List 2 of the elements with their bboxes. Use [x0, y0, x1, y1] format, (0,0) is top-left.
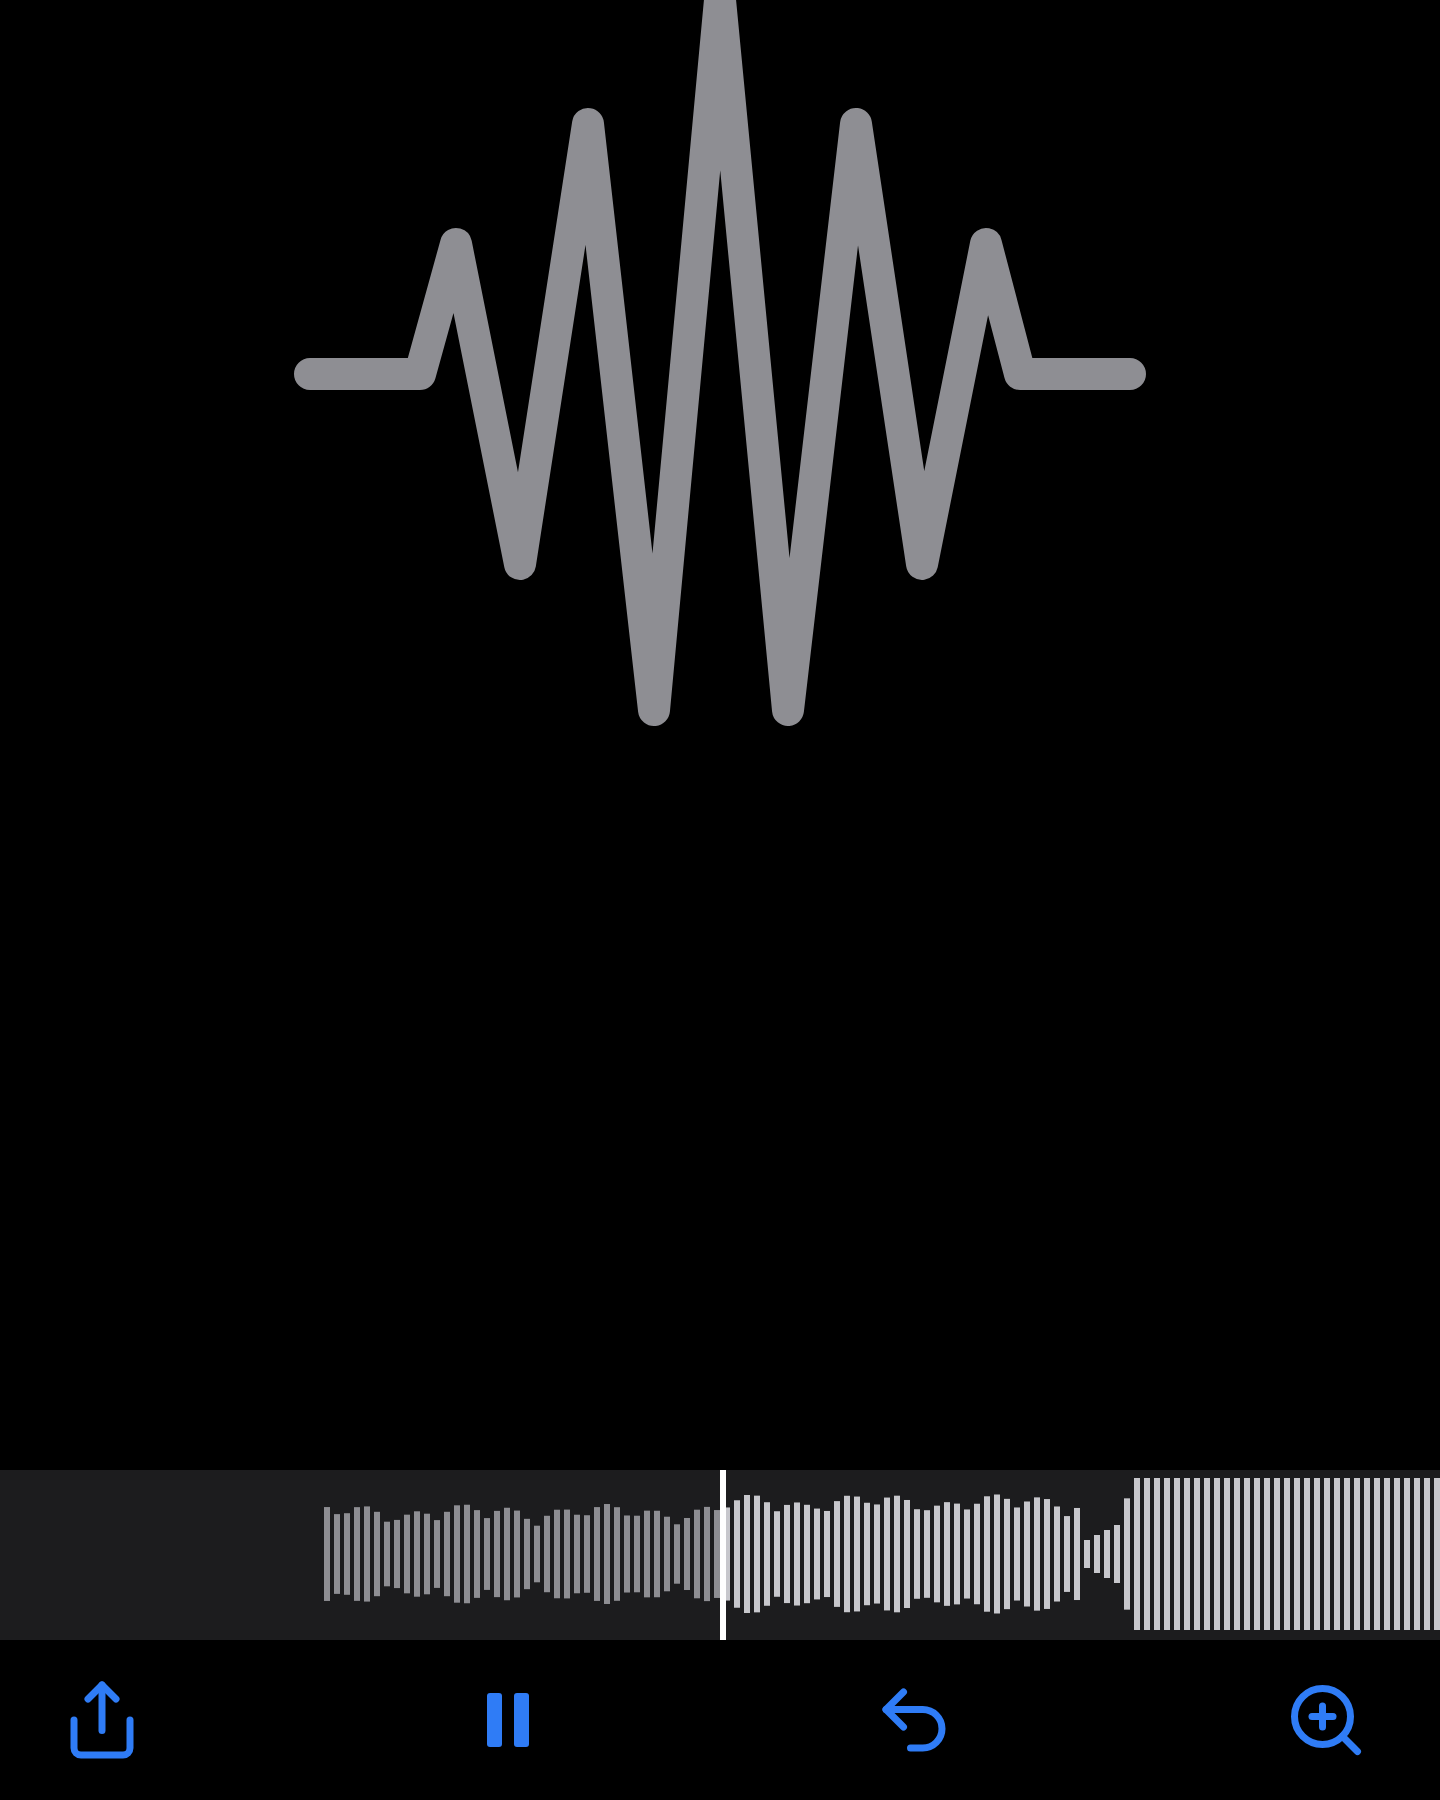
- sound-wave-icon: [294, 0, 1146, 726]
- waveform-track[interactable]: [0, 1470, 1440, 1640]
